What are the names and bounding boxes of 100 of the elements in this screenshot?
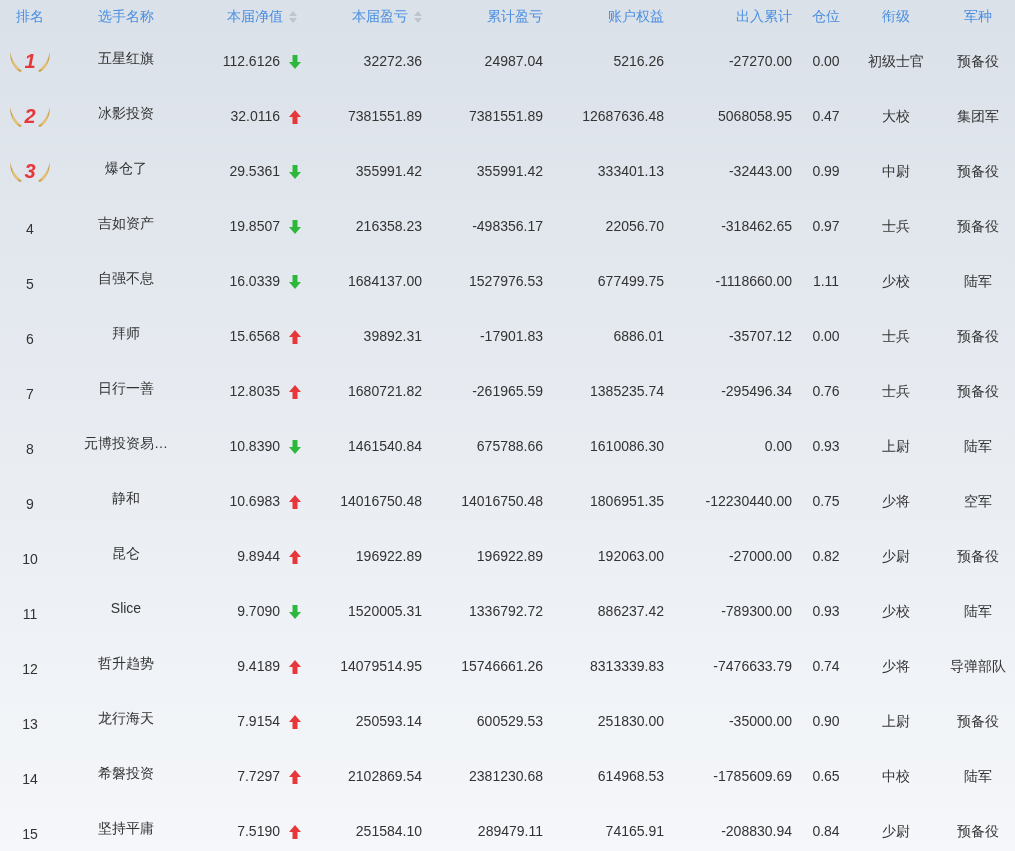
table-cell-text: 216358.23 — [355, 217, 422, 236]
table-cell-text: -12230440.00 — [705, 492, 792, 511]
table-cell-text: -27270.00 — [728, 52, 792, 71]
player-name[interactable]: 哲升趋势 — [98, 653, 154, 674]
table-cell-text: 预备役 — [956, 822, 999, 841]
table-cell-text: 1684137.00 — [348, 272, 422, 291]
player-name[interactable]: 自强不息 — [98, 268, 154, 289]
net-value: 10.8390 — [229, 437, 280, 456]
table-cell-text: 0.65 — [812, 767, 840, 786]
table-cell-text: 0.76 — [812, 382, 840, 401]
table-cell-text: 1610086.30 — [590, 437, 664, 456]
net-value: 16.0339 — [229, 272, 280, 291]
player-name[interactable]: 五星红旗 — [98, 48, 154, 69]
table-cell-text: 0.93 — [812, 602, 840, 621]
table-cell-text: 677499.75 — [597, 272, 664, 291]
table-cell-text: 250593.14 — [355, 712, 422, 731]
table-cell-text: 1520005.31 — [348, 602, 422, 621]
table-cell-text: 0.00 — [812, 327, 840, 346]
table-cell-text: 0.97 — [812, 217, 840, 236]
player-name[interactable]: 日行一善 — [98, 378, 154, 399]
column-header: 出入累计 — [736, 7, 792, 26]
table-cell-text: -318462.65 — [721, 217, 792, 236]
rank-number: 8 — [26, 440, 34, 459]
rank-number: 1 — [24, 50, 36, 71]
rank-number: 9 — [26, 495, 34, 514]
rank-number: 6 — [26, 330, 34, 349]
table-cell-text: 0.99 — [812, 162, 840, 181]
column-header: 排名 — [16, 7, 44, 26]
table-cell-text: 1.11 — [812, 272, 840, 291]
table-cell-text: -35000.00 — [728, 712, 792, 731]
table-cell-text: 7381551.89 — [469, 107, 543, 126]
player-name[interactable]: 希磐投资 — [98, 763, 154, 784]
table-cell-text: 74165.91 — [605, 822, 664, 841]
rank-number: 12 — [22, 660, 38, 679]
table-cell-text: -17901.83 — [479, 327, 543, 346]
table-cell-text: 上尉 — [882, 437, 910, 456]
table-cell-text: 289479.11 — [477, 822, 543, 841]
table-cell-text: 导弹部队 — [949, 657, 1006, 676]
net-value: 29.5361 — [229, 162, 280, 181]
table-cell-text: -789300.00 — [721, 602, 792, 621]
sort-icon[interactable] — [414, 10, 422, 23]
table-cell-text: 0.47 — [812, 107, 840, 126]
table-cell-text: 14079514.95 — [340, 657, 422, 676]
rank-number: 5 — [26, 275, 34, 294]
player-name[interactable]: 吉如资产 — [98, 213, 154, 234]
net-value: 32.0116 — [230, 107, 280, 126]
table-cell-text: -7476633.79 — [713, 657, 792, 676]
table-cell-text: 中校 — [882, 767, 910, 786]
table-cell-text: 预备役 — [956, 327, 999, 346]
table-cell-text: 大校 — [882, 107, 910, 126]
player-name[interactable]: 冰影投资 — [98, 103, 154, 124]
rank-number: 13 — [22, 715, 38, 734]
table-cell-text: 预备役 — [956, 382, 999, 401]
net-value: 15.6568 — [229, 327, 280, 346]
table-cell-text: -27000.00 — [728, 547, 792, 566]
table-cell-text: 陆军 — [963, 767, 992, 786]
player-name[interactable]: Slice — [110, 598, 142, 619]
rank-number: 10 — [22, 550, 38, 569]
table-cell-text: 6886.01 — [613, 327, 664, 346]
table-cell-text: -261965.59 — [472, 382, 543, 401]
table-cell-text: 1336792.72 — [469, 602, 543, 621]
table-cell-text: 1385235.74 — [590, 382, 664, 401]
table-cell-text: -295496.34 — [721, 382, 792, 401]
rank-number: 3 — [24, 160, 36, 181]
table-cell-text: 1461540.84 — [348, 437, 422, 456]
table-cell-text: 中尉 — [882, 162, 910, 181]
table-cell-text: 士兵 — [882, 327, 910, 346]
sort-icon[interactable] — [289, 10, 297, 23]
table-cell-text: 预备役 — [956, 52, 999, 71]
player-name[interactable]: 元博投资易… — [84, 433, 168, 454]
table-cell-text: 14016750.48 — [461, 492, 543, 511]
table-cell-text: 8313339.83 — [590, 657, 664, 676]
rank-number: 2 — [24, 105, 36, 126]
table-cell-text: 预备役 — [956, 217, 999, 236]
player-name[interactable]: 坚持平庸 — [98, 818, 154, 839]
net-value: 19.8507 — [229, 217, 280, 236]
rank-number: 11 — [22, 605, 38, 624]
table-cell-text: 空军 — [963, 492, 992, 511]
table-cell-text: 士兵 — [882, 217, 910, 236]
table-cell-text: 上尉 — [882, 712, 910, 731]
player-name[interactable]: 爆仓了 — [105, 158, 147, 179]
table-cell-text: 12687636.48 — [582, 107, 664, 126]
player-name[interactable]: 昆仑 — [112, 543, 140, 564]
column-header: 账户权益 — [608, 7, 664, 26]
net-value: 112.6126 — [222, 52, 280, 71]
table-cell-text: 0.84 — [812, 822, 840, 841]
table-cell-text: 士兵 — [882, 382, 910, 401]
player-name[interactable]: 拜师 — [112, 323, 140, 344]
table-cell-text: 39892.31 — [363, 327, 422, 346]
table-cell-text: -498356.17 — [472, 217, 543, 236]
player-name[interactable]: 静和 — [112, 488, 140, 509]
table-cell-text: 5216.26 — [613, 52, 664, 71]
table-cell-text: 预备役 — [956, 162, 999, 181]
table-cell-text: 0.93 — [812, 437, 840, 456]
net-value: 7.5190 — [237, 822, 280, 841]
rank-number: 14 — [22, 770, 38, 789]
table-cell-text: 2381230.68 — [469, 767, 543, 786]
player-name[interactable]: 龙行海天 — [98, 708, 154, 729]
table-cell-text: 251830.00 — [597, 712, 664, 731]
table-cell-text: 333401.13 — [597, 162, 664, 181]
